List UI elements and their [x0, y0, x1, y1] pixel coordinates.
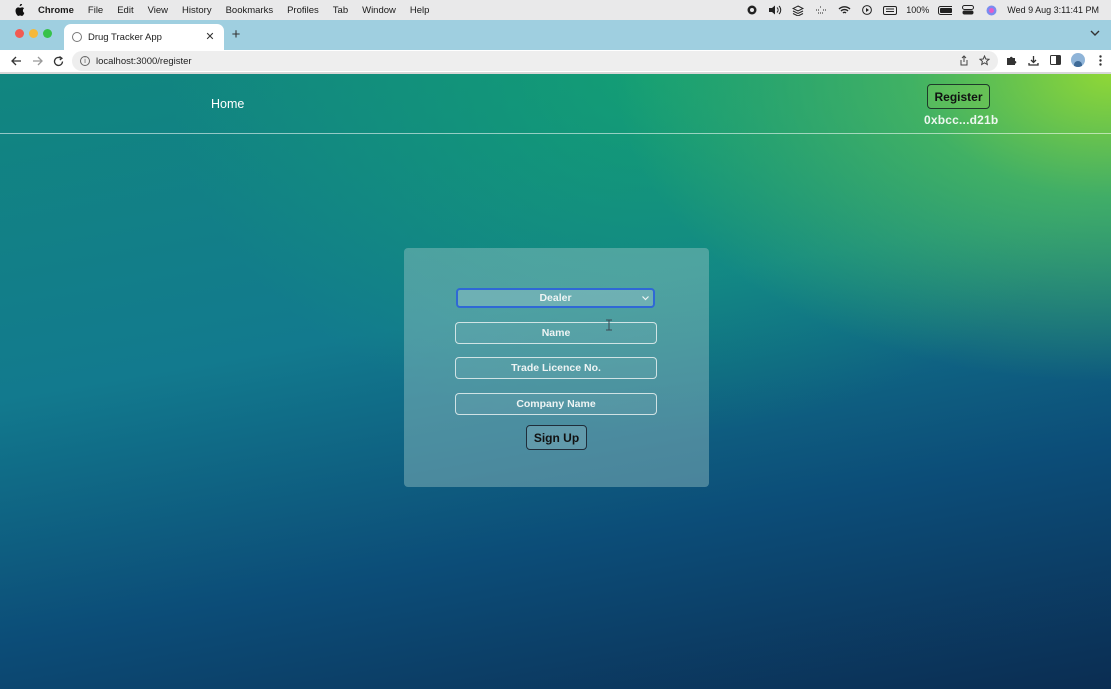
forward-arrow-icon[interactable]: [30, 54, 44, 68]
tab-search-chevron-icon[interactable]: [1089, 27, 1101, 39]
sign-up-button[interactable]: Sign Up: [526, 425, 587, 450]
menu-clock[interactable]: Wed 9 Aug 3:11:41 PM: [1007, 5, 1099, 15]
browser-toolbar: i localhost:3000/register: [0, 50, 1111, 72]
record-icon[interactable]: [745, 5, 759, 16]
menu-tab[interactable]: Tab: [333, 5, 348, 16]
menu-bookmarks[interactable]: Bookmarks: [226, 5, 274, 16]
web-page: Home Register 0xbcc...d21b Dealer Name T…: [0, 74, 1111, 689]
share-icon[interactable]: [959, 55, 969, 69]
keyboard-icon[interactable]: [883, 5, 898, 16]
menu-edit[interactable]: Edit: [117, 5, 133, 16]
nav-home-link[interactable]: Home: [211, 97, 244, 111]
window-minimize-button[interactable]: [29, 29, 38, 38]
site-info-icon[interactable]: i: [80, 56, 90, 66]
siri-icon[interactable]: [984, 5, 998, 16]
status-icons: 100% Wed 9 Aug 3:11:41 PM: [745, 0, 1099, 20]
weather-icon[interactable]: [814, 5, 828, 16]
play-icon[interactable]: [860, 5, 874, 16]
chevron-down-icon: [641, 294, 649, 302]
name-placeholder: Name: [541, 327, 571, 339]
volume-icon[interactable]: [768, 5, 782, 16]
text-cursor-icon: [605, 318, 613, 331]
side-panel-icon[interactable]: [1049, 53, 1062, 67]
menu-profiles[interactable]: Profiles: [287, 5, 319, 16]
battery-percent: 100%: [906, 5, 930, 15]
browser-tab-strip: Drug Tracker App ✕ +: [0, 20, 1111, 50]
register-button[interactable]: Register: [927, 84, 990, 109]
company-name-input[interactable]: Company Name: [455, 393, 657, 415]
download-icon[interactable]: [1027, 53, 1040, 67]
reload-icon[interactable]: [51, 54, 65, 68]
back-arrow-icon[interactable]: [9, 54, 23, 68]
window-close-button[interactable]: [15, 29, 24, 38]
address-url: localhost:3000/register: [96, 55, 192, 67]
window-zoom-button[interactable]: [43, 29, 52, 38]
macos-menu-bar: Chrome File Edit View History Bookmarks …: [0, 0, 1111, 20]
address-bar[interactable]: i localhost:3000/register: [72, 51, 998, 71]
profile-avatar[interactable]: [1071, 53, 1085, 67]
toolbar-actions: [1005, 53, 1107, 67]
menu-history[interactable]: History: [182, 5, 212, 16]
tab-title: Drug Tracker App: [88, 31, 162, 43]
trade-licence-input[interactable]: Trade Licence No.: [455, 357, 657, 379]
control-center-icon[interactable]: [961, 5, 975, 16]
more-menu-icon[interactable]: [1094, 53, 1107, 67]
menu-app-name[interactable]: Chrome: [38, 5, 74, 16]
battery-icon[interactable]: [938, 5, 953, 16]
app-navbar: Home Register 0xbcc...d21b: [0, 74, 1111, 134]
register-form-card: Dealer Name Trade Licence No. Company Na…: [404, 248, 709, 487]
bookmark-star-icon[interactable]: [978, 54, 991, 69]
menu-file[interactable]: File: [88, 5, 103, 16]
role-select-value: Dealer: [539, 292, 572, 304]
close-tab-icon[interactable]: ✕: [204, 30, 216, 43]
apple-icon[interactable]: [14, 4, 28, 16]
menu-window[interactable]: Window: [362, 5, 396, 16]
trade-licence-placeholder: Trade Licence No.: [511, 362, 601, 374]
extensions-puzzle-icon[interactable]: [1005, 53, 1018, 67]
browser-tab-active[interactable]: Drug Tracker App ✕: [64, 24, 224, 50]
layers-icon[interactable]: [791, 4, 805, 16]
role-select[interactable]: Dealer: [456, 288, 655, 308]
menu-help[interactable]: Help: [410, 5, 430, 16]
new-tab-button[interactable]: +: [229, 26, 243, 43]
name-input[interactable]: Name: [455, 322, 657, 344]
menu-view[interactable]: View: [148, 5, 168, 16]
globe-icon: [72, 32, 82, 42]
company-name-placeholder: Company Name: [516, 398, 596, 410]
wallet-address: 0xbcc...d21b: [924, 113, 999, 127]
wifi-icon[interactable]: [837, 5, 851, 16]
